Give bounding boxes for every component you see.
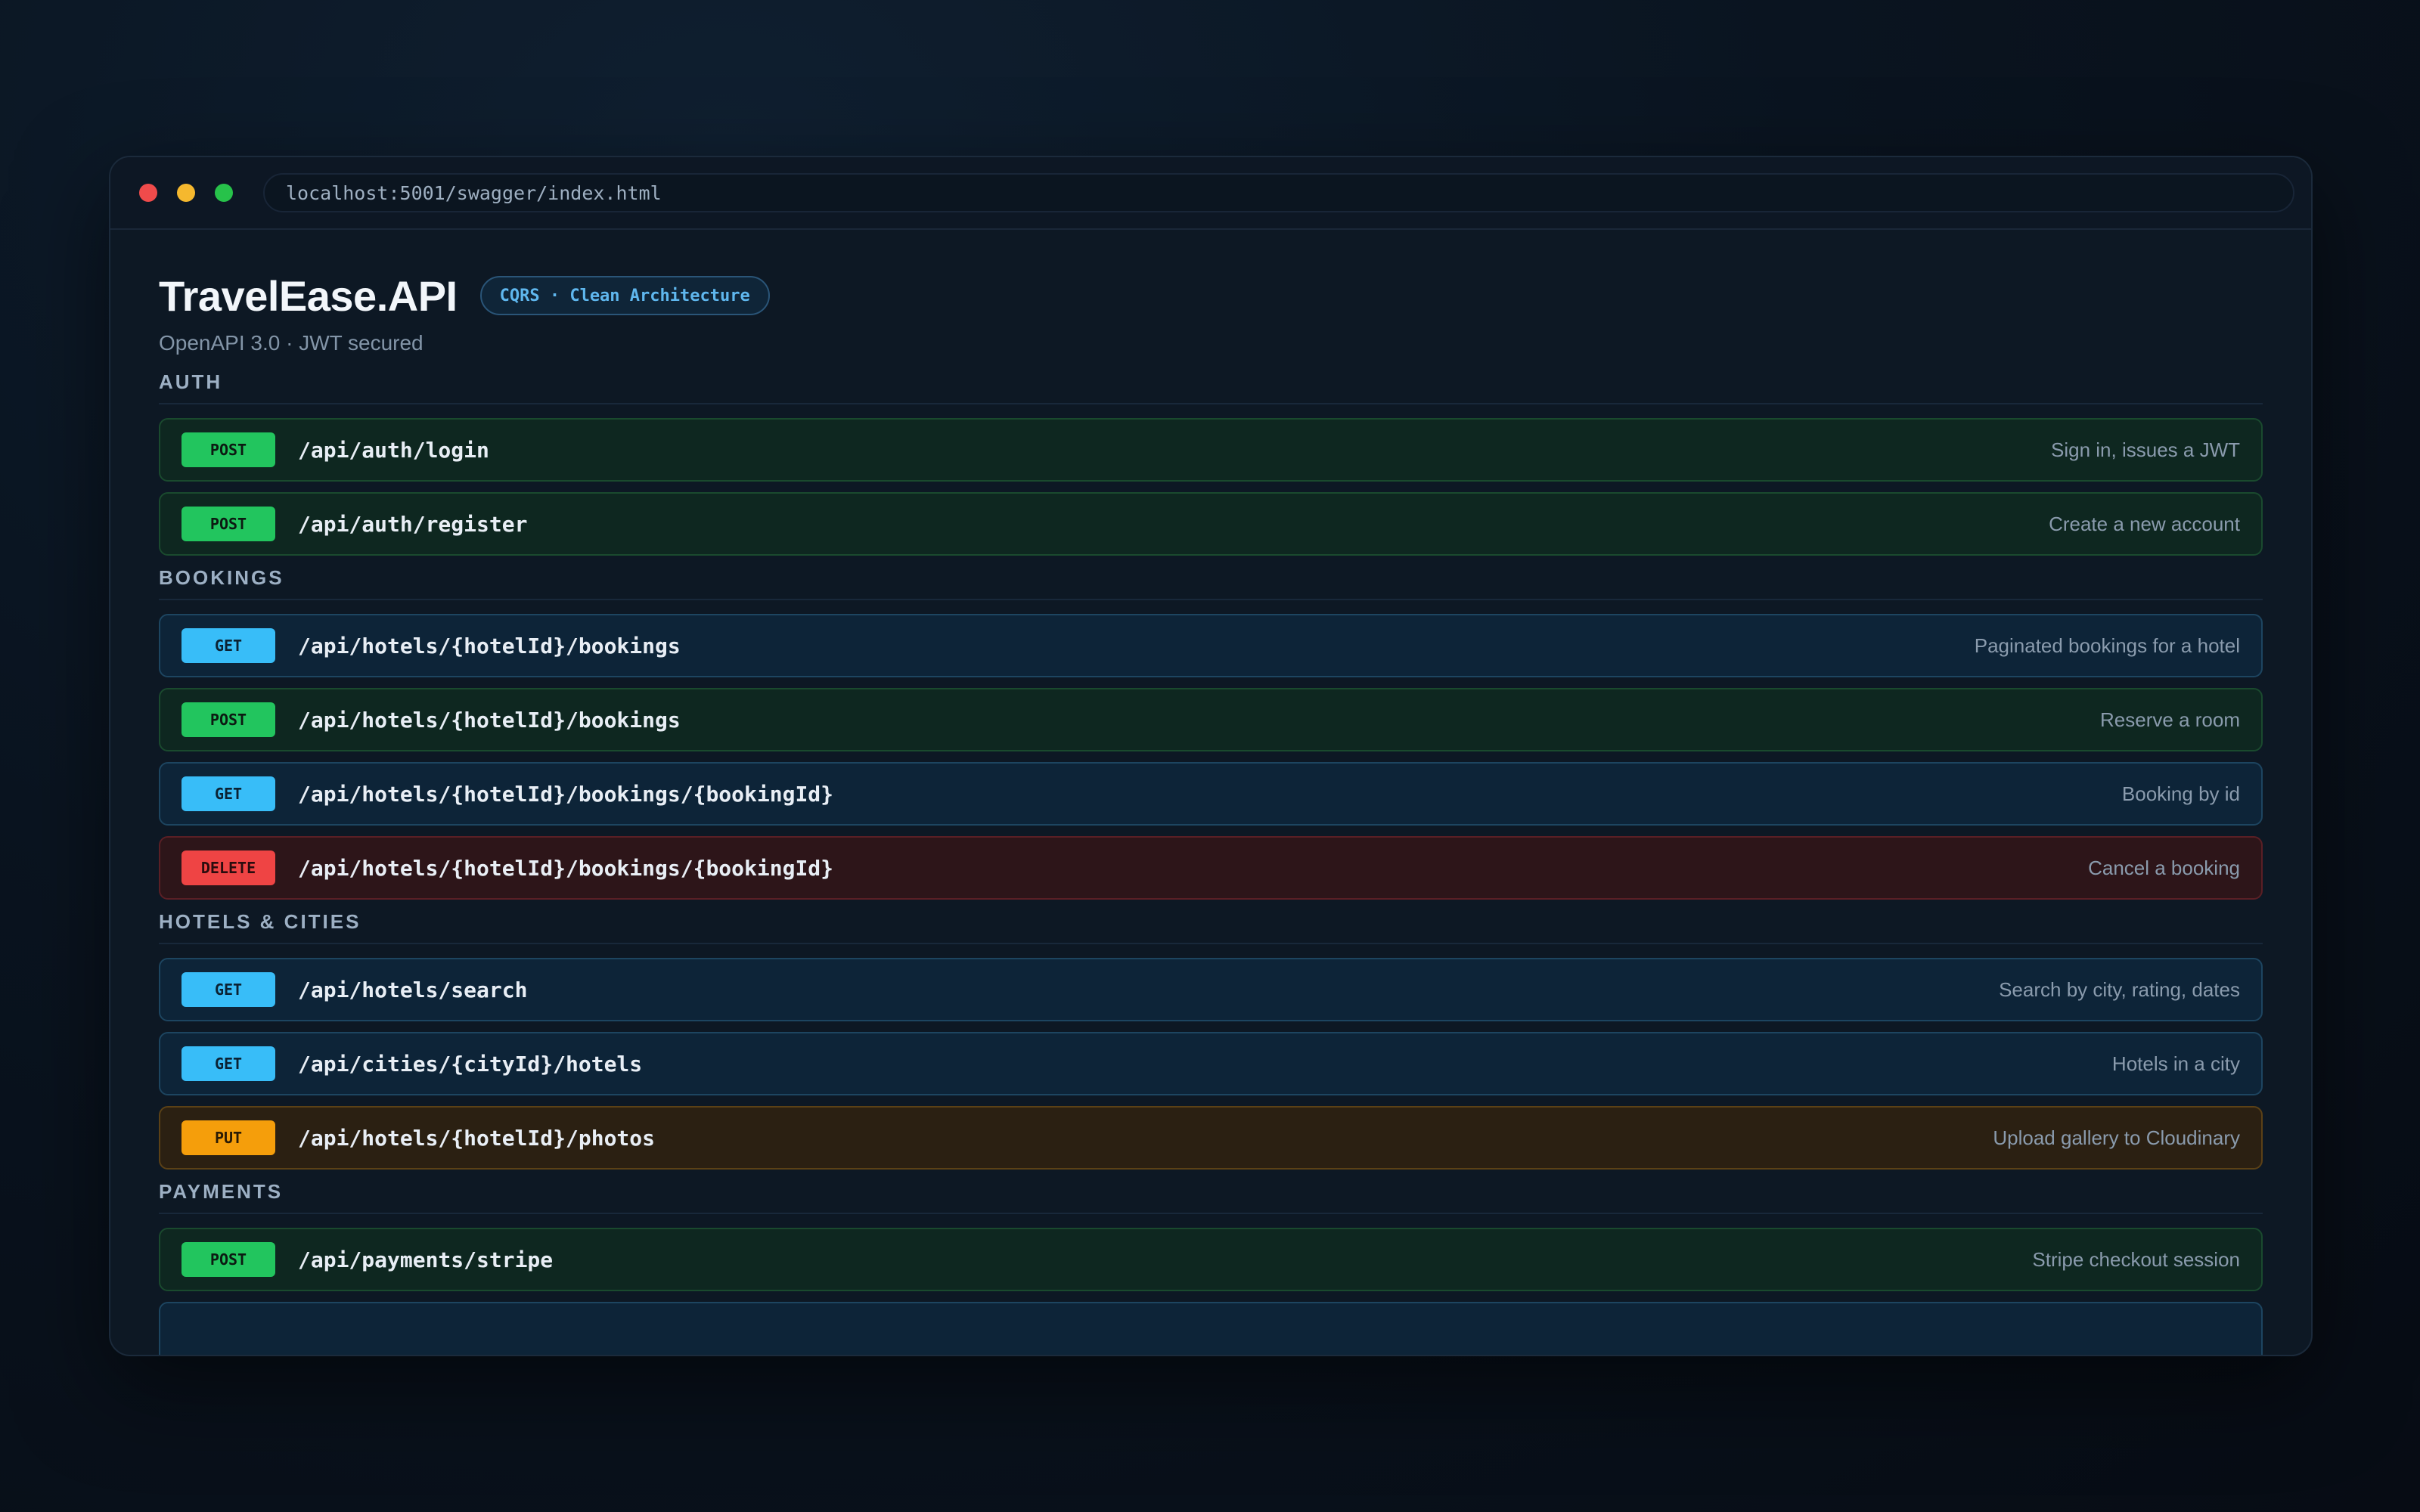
method-badge-put: PUT [182, 1120, 275, 1155]
api-title: TravelEase.API [159, 271, 458, 320]
api-subtitle: OpenAPI 3.0 · JWT secured [159, 331, 424, 355]
endpoint-path: /api/hotels/{hotelId}/bookings/{bookingI… [298, 781, 834, 807]
method-badge-get: GET [182, 972, 275, 1007]
endpoint-sections: AUTH POST/api/auth/login Sign in, issues a… [159, 370, 2263, 1355]
method-badge-get: GET [182, 1046, 275, 1081]
endpoint-path: /api/hotels/{hotelId}/photos [298, 1125, 656, 1151]
endpoint-path: /api/hotels/{hotelId}/bookings/{bookingI… [298, 855, 834, 881]
endpoint-description: Reserve a room [2100, 708, 2240, 731]
api-header: TravelEase.API CQRS · Clean Architecture [159, 271, 2263, 320]
endpoint-row-partial[interactable] [159, 1302, 2263, 1355]
endpoint-row[interactable]: GET/api/cities/{cityId}/hotels Hotels in … [159, 1032, 2263, 1095]
architecture-badge: CQRS · Clean Architecture [479, 276, 770, 315]
method-badge-post: POST [182, 1242, 275, 1277]
title-bar: localhost:5001/swagger/index.html [110, 157, 2311, 230]
section-bookings: BOOKINGS GET/api/hotels/{hotelId}/booking… [159, 566, 2263, 900]
section-title[interactable]: HOTELS & CITIES [159, 910, 2263, 944]
endpoint-description: Booking by id [2121, 782, 2240, 805]
endpoint-path: /api/hotels/{hotelId}/bookings [298, 707, 681, 733]
endpoint-description: Search by city, rating, dates [1999, 978, 2240, 1001]
method-badge-post: POST [182, 432, 275, 467]
endpoint-path: /api/auth/login [298, 437, 489, 463]
endpoint-path: /api/cities/{cityId}/hotels [298, 1051, 643, 1077]
close-window-button[interactable] [139, 184, 157, 202]
endpoint-description: Upload gallery to Cloudinary [1993, 1126, 2240, 1149]
endpoint-row[interactable]: GET/api/hotels/{hotelId}/bookings Paginat… [159, 614, 2263, 677]
endpoint-path: /api/hotels/search [298, 977, 528, 1002]
method-badge-post: POST [182, 702, 275, 737]
endpoint-description: Cancel a booking [2088, 856, 2240, 879]
section-payments: PAYMENTS POST/api/payments/stripe Stripe c… [159, 1180, 2263, 1291]
method-badge-get: GET [182, 776, 275, 811]
minimize-window-button[interactable] [177, 184, 195, 202]
endpoint-description: Paginated bookings for a hotel [1974, 634, 2240, 657]
endpoint-path: /api/auth/register [298, 511, 528, 537]
endpoint-row[interactable]: POST/api/auth/login Sign in, issues a JWT [159, 418, 2263, 482]
section-title[interactable]: BOOKINGS [159, 566, 2263, 600]
endpoint-description: Hotels in a city [2111, 1052, 2240, 1075]
swagger-content: TravelEase.API CQRS · Clean Architecture… [110, 230, 2311, 1355]
method-badge-delete: DELETE [182, 850, 275, 885]
endpoint-row[interactable]: POST/api/hotels/{hotelId}/bookings Reserv… [159, 688, 2263, 751]
endpoint-row[interactable]: POST/api/payments/stripe Stripe checkout … [159, 1228, 2263, 1291]
endpoint-path: /api/hotels/{hotelId}/bookings [298, 633, 681, 658]
method-badge-get: GET [182, 628, 275, 663]
section-auth: AUTH POST/api/auth/login Sign in, issues a… [159, 370, 2263, 556]
section-hotels-cities: HOTELS & CITIES GET/api/hotels/search Sear… [159, 910, 2263, 1170]
section-title[interactable]: AUTH [159, 370, 2263, 404]
browser-window: localhost:5001/swagger/index.html Travel… [109, 156, 2313, 1356]
address-bar[interactable]: localhost:5001/swagger/index.html [263, 173, 2294, 212]
endpoint-description: Stripe checkout session [2032, 1247, 2240, 1271]
section-title[interactable]: PAYMENTS [159, 1180, 2263, 1214]
url-text: localhost:5001/swagger/index.html [286, 181, 662, 204]
endpoint-row[interactable]: GET/api/hotels/search Search by city, rat… [159, 958, 2263, 1021]
method-badge-post: POST [182, 507, 275, 541]
endpoint-description: Create a new account [2049, 512, 2240, 535]
endpoint-row[interactable]: DELETE/api/hotels/{hotelId}/bookings/{bo… [159, 836, 2263, 900]
endpoint-row[interactable]: PUT/api/hotels/{hotelId}/photos Upload ga… [159, 1106, 2263, 1170]
endpoint-row[interactable]: POST/api/auth/register Create a new accou… [159, 492, 2263, 556]
endpoint-description: Sign in, issues a JWT [2051, 438, 2240, 461]
endpoint-path: /api/payments/stripe [298, 1247, 554, 1272]
maximize-window-button[interactable] [215, 184, 233, 202]
endpoint-row[interactable]: GET/api/hotels/{hotelId}/bookings/{booki… [159, 762, 2263, 826]
